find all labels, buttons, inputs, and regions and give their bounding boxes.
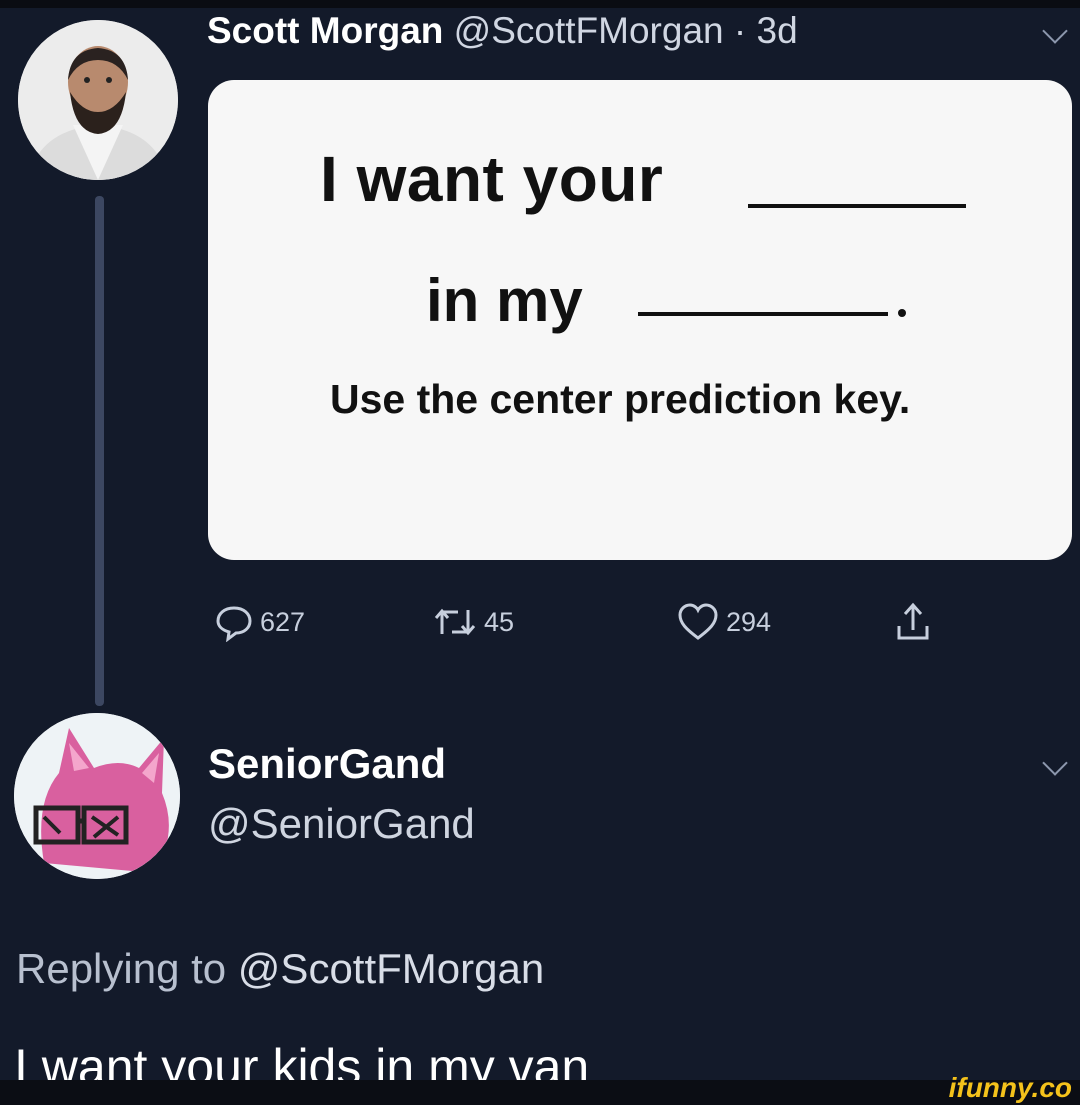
author-name[interactable]: Scott Morgan	[207, 10, 443, 51]
like-icon	[678, 603, 718, 640]
retweet-icon	[434, 608, 476, 636]
reply-author-name[interactable]: SeniorGand	[208, 740, 446, 788]
separator: ·	[733, 10, 747, 51]
reply-count: 627	[260, 606, 306, 637]
replying-to-line: Replying to @ScottFMorgan	[16, 945, 544, 993]
card-line-1: I want your	[320, 143, 664, 215]
share-icon	[897, 602, 929, 640]
share-button[interactable]	[893, 600, 939, 644]
author-handle[interactable]: @ScottFMorgan	[454, 10, 724, 51]
retweet-button[interactable]: 45	[432, 600, 514, 644]
chevron-down-icon[interactable]	[1042, 18, 1068, 44]
top-bar	[0, 0, 1080, 8]
tweet-image-card[interactable]: I want your in my Use the center predict…	[208, 80, 1072, 560]
like-count: 294	[726, 606, 772, 637]
blank-line-1	[748, 204, 966, 208]
reply-tweet-text: I want your kids in my van	[14, 1039, 590, 1080]
like-button[interactable]: 294	[676, 600, 771, 644]
card-line-3: Use the center prediction key.	[330, 376, 911, 422]
tweet-header: Scott Morgan @ScottFMorgan · 3d	[207, 10, 798, 52]
ifunny-watermark: ifunny.co	[948, 1072, 1072, 1103]
thread-line	[95, 196, 104, 706]
blank-line-2	[638, 312, 888, 316]
card-line-2: in my	[426, 267, 583, 334]
seniorgand-avatar[interactable]	[14, 713, 180, 879]
chevron-down-icon[interactable]	[1042, 750, 1068, 776]
tweet-age[interactable]: 3d	[757, 10, 798, 51]
period-dot	[898, 309, 906, 317]
screenshot-frame: Scott Morgan @ScottFMorgan · 3d I want y…	[0, 0, 1080, 1080]
scott-morgan-avatar[interactable]	[18, 20, 178, 180]
retweet-count: 45	[484, 606, 515, 637]
replying-prefix: Replying to	[16, 945, 227, 992]
reply-icon	[216, 606, 252, 642]
reply-button[interactable]: 627	[214, 600, 305, 644]
replying-to-handle[interactable]: @ScottFMorgan	[238, 945, 544, 992]
reply-author-handle[interactable]: @SeniorGand	[208, 800, 475, 848]
